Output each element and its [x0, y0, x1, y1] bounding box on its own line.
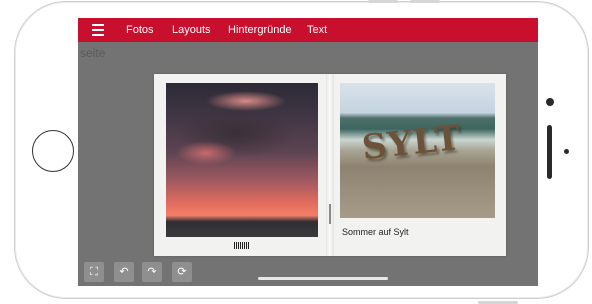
tab-layouts[interactable]: Layouts [172, 18, 211, 42]
app-screen: Fotos Layouts Hintergründe Text seite SY… [78, 18, 538, 286]
top-toolbar: Fotos Layouts Hintergründe Text [78, 18, 538, 42]
book-spread: SYLT Sommer auf Sylt [154, 74, 506, 256]
fullscreen-icon[interactable]: ⛶ [84, 262, 104, 282]
sylt-sculpture-lettering: SYLT [360, 117, 464, 169]
earpiece-speaker [547, 125, 552, 179]
sylt-beach-photo[interactable]: SYLT [340, 83, 495, 218]
volume-up-button [368, 0, 398, 3]
magic-icon[interactable]: ⟳ [172, 262, 192, 282]
barcode-icon [234, 242, 250, 249]
sunset-photo[interactable] [166, 83, 318, 237]
hamburger-menu-icon[interactable] [92, 24, 104, 36]
tab-hintergruende[interactable]: Hintergründe [228, 18, 292, 42]
book-spine [326, 74, 334, 256]
spine-marker [329, 204, 331, 224]
photo-caption[interactable]: Sommer auf Sylt [342, 227, 409, 237]
tab-fotos[interactable]: Fotos [126, 18, 154, 42]
redo-icon[interactable]: ↷ [142, 262, 162, 282]
page-label: seite [80, 46, 106, 60]
undo-icon[interactable]: ↶ [114, 262, 134, 282]
volume-down-button [410, 0, 440, 3]
home-indicator [258, 277, 388, 280]
tab-text[interactable]: Text [307, 18, 327, 42]
home-button[interactable] [32, 130, 74, 172]
proximity-sensor-icon [564, 149, 569, 154]
front-camera-icon [546, 98, 554, 106]
